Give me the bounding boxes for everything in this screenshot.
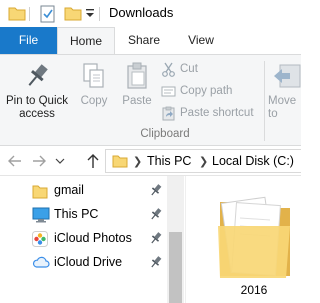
pin-to-quick-access-button[interactable]: Pin to Quick access [4, 55, 70, 121]
paste-shortcut-button[interactable]: Paste shortcut [161, 103, 271, 123]
pin-icon[interactable] [150, 232, 162, 245]
move-to-label: Move to [268, 95, 297, 120]
breadcrumb-this-pc[interactable]: This PC [147, 154, 191, 168]
nav-item-icloud-photos[interactable]: iCloud Photos [0, 227, 167, 251]
copy-path-icon [161, 86, 176, 97]
folder-icon [112, 155, 128, 168]
copy-path-label: Copy path [180, 85, 233, 97]
copy-path-button[interactable]: Copy path [161, 81, 251, 101]
pin-icon[interactable] [150, 184, 162, 197]
forward-arrow-icon[interactable] [31, 153, 47, 169]
nav-item-label: gmail [54, 183, 84, 197]
recent-locations-chevron-icon[interactable] [55, 157, 65, 165]
chevron-down-icon[interactable] [85, 6, 95, 20]
folder-icon [218, 196, 290, 278]
folder-icon [32, 185, 48, 199]
copy-label: Copy [80, 95, 108, 107]
paste-shortcut-label: Paste shortcut [180, 107, 254, 119]
nav-item-label: This PC [54, 207, 99, 221]
move-to-icon [274, 64, 301, 88]
tab-home[interactable]: Home [57, 27, 115, 55]
nav-item-this-pc[interactable]: This PC [0, 203, 167, 227]
folder-icon [8, 7, 26, 21]
nav-item-label: iCloud Drive [54, 255, 123, 269]
tab-view[interactable]: View [173, 27, 229, 54]
back-arrow-icon[interactable] [7, 153, 23, 169]
paste-button[interactable]: Paste [116, 55, 158, 108]
folder-label: 2016 [240, 283, 268, 297]
copy-icon [83, 63, 104, 88]
move-to-button[interactable]: Move to [268, 55, 308, 121]
cut-button[interactable]: Cut [161, 59, 241, 79]
paste-icon [127, 62, 147, 89]
pin-icon[interactable] [150, 208, 162, 221]
pin-to-quick-access-label: Pin to Quick access [6, 95, 68, 120]
nav-item-label: iCloud Photos [54, 231, 132, 245]
window-title: Downloads [109, 5, 174, 20]
ribbon-group-separator [264, 61, 265, 141]
paste-label: Paste [122, 95, 152, 107]
icloud-drive-icon [32, 256, 50, 268]
address-bar[interactable]: ❯ This PC ❯ Local Disk (C:) [105, 149, 301, 173]
cut-label: Cut [180, 63, 198, 75]
toolbar-separator [99, 7, 100, 21]
breadcrumb-chevron-icon[interactable]: ❯ [199, 155, 208, 168]
tab-share[interactable]: Share [115, 27, 173, 54]
copy-button[interactable]: Copy [74, 55, 114, 108]
title-bar: Downloads [0, 0, 301, 27]
pin-icon [28, 64, 48, 86]
navigation-bar: ❯ This PC ❯ Local Disk (C:) [0, 146, 301, 176]
properties-icon[interactable] [40, 5, 56, 23]
clipboard-group-label: Clipboard [140, 128, 190, 140]
computer-icon [32, 207, 50, 223]
ribbon: Pin to Quick access Copy Paste Cut Copy … [0, 54, 301, 146]
paste-shortcut-icon [162, 106, 175, 121]
folder-item[interactable]: 2016 [212, 188, 300, 300]
icloud-photos-icon [32, 231, 48, 247]
pin-icon[interactable] [150, 256, 162, 269]
scrollbar-thumb[interactable] [169, 232, 182, 303]
tab-file[interactable]: File [0, 27, 57, 54]
nav-item-icloud-drive[interactable]: iCloud Drive [0, 251, 167, 275]
scissors-icon [162, 62, 175, 77]
navigation-pane: gmail This PC iCloud Photos iCloud Drive [0, 176, 185, 303]
nav-item-gmail[interactable]: gmail [0, 179, 167, 203]
breadcrumb-chevron-icon[interactable]: ❯ [133, 155, 142, 168]
ribbon-tabs: File Home Share View [0, 27, 301, 55]
file-list: 2016 [186, 176, 301, 303]
navigation-pane-scrollbar[interactable] [167, 176, 184, 303]
toolbar-separator [29, 7, 30, 21]
new-folder-icon[interactable] [64, 5, 82, 21]
up-arrow-icon[interactable] [85, 153, 101, 169]
breadcrumb-local-disk[interactable]: Local Disk (C:) [212, 154, 294, 168]
